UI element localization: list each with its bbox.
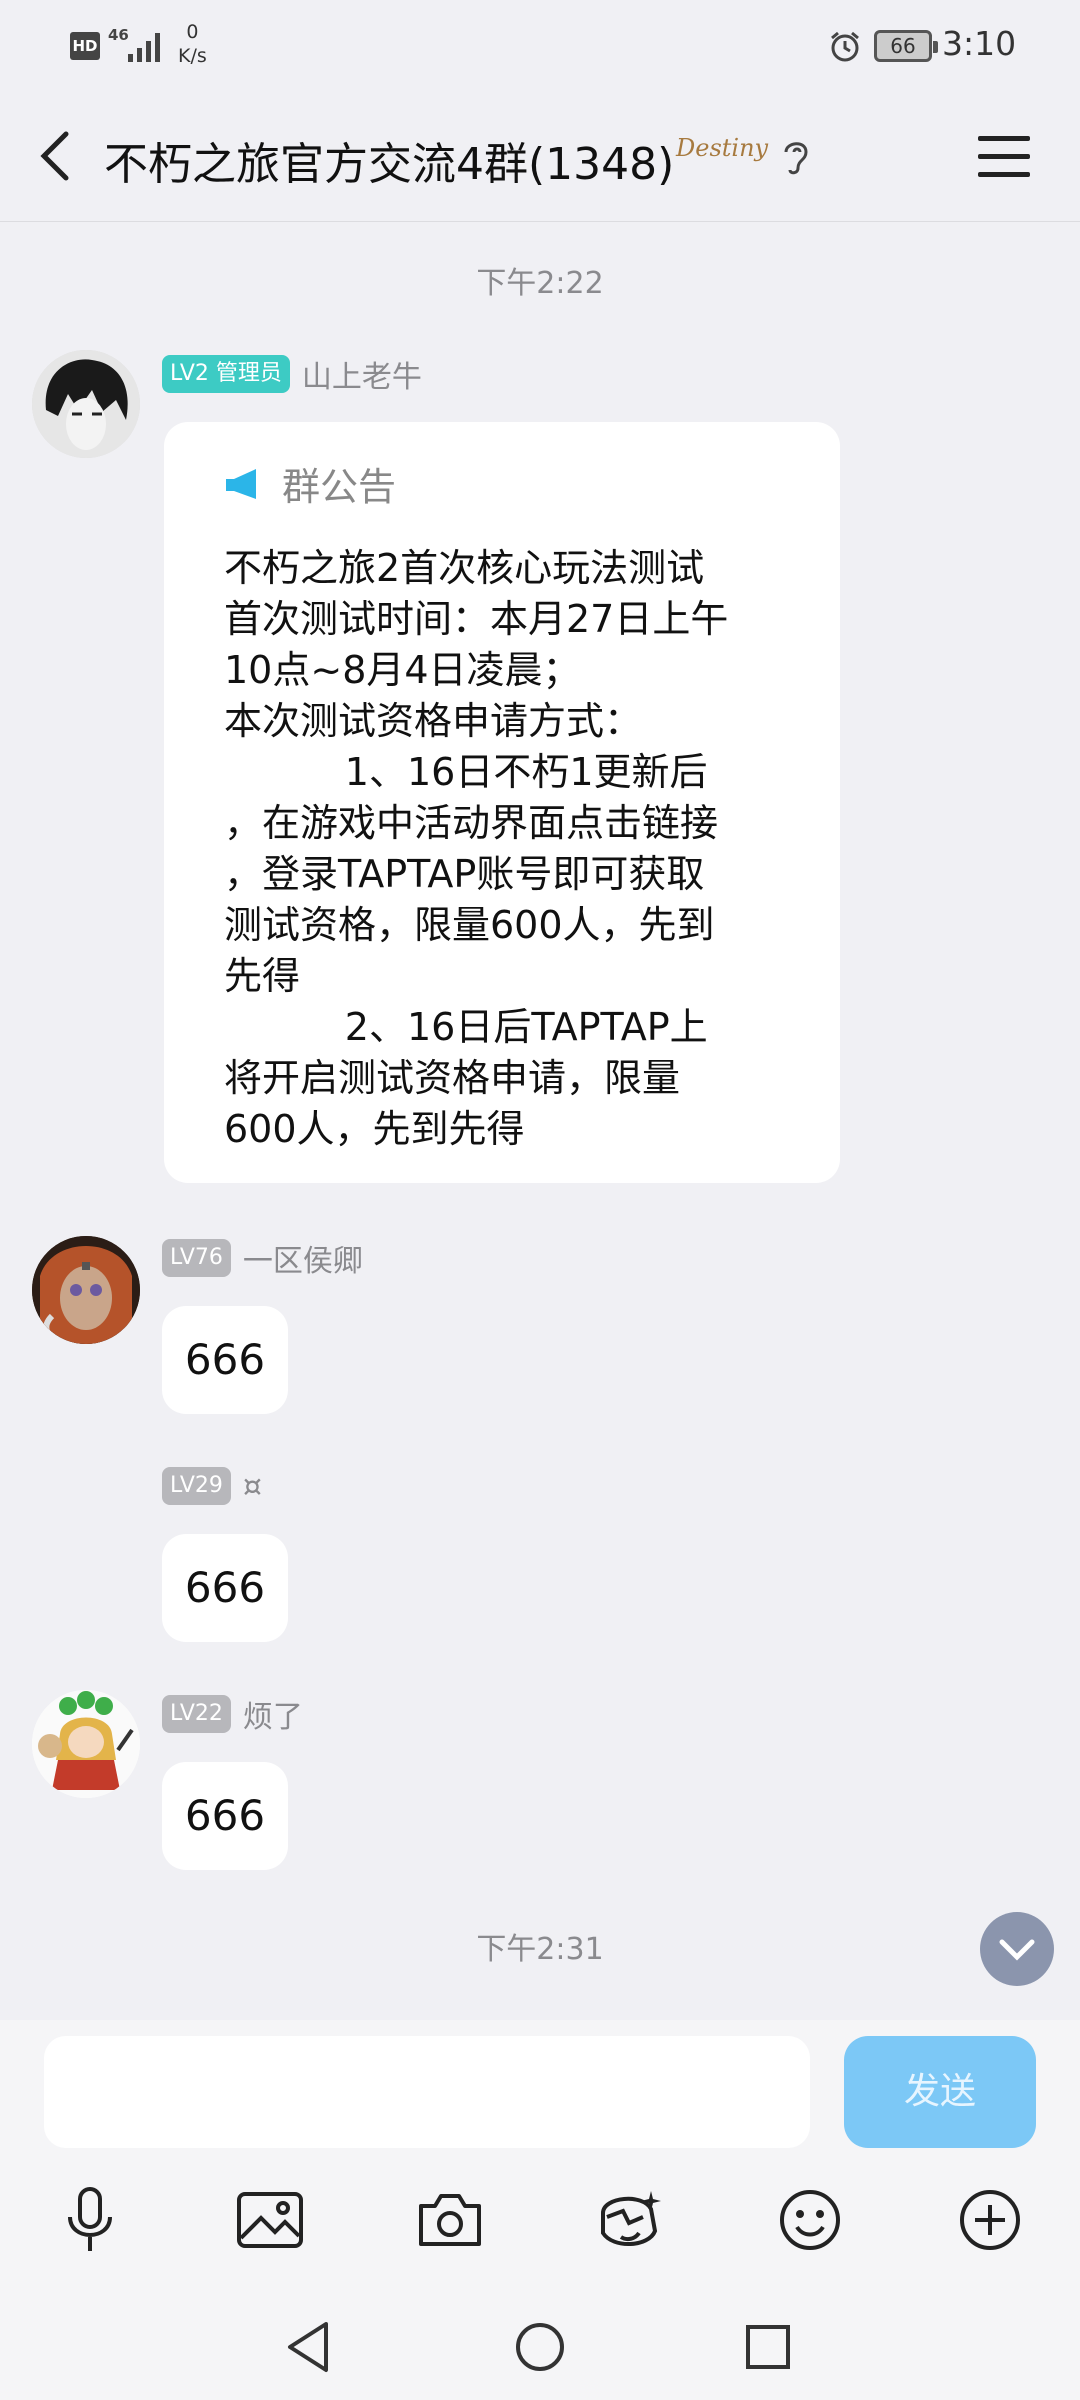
clock: 3:10 [942,24,1017,63]
notice-line: 1、16日不朽1更新后 [224,750,708,794]
notice-line: 首次测试时间：本月27日上午 [224,597,729,641]
group-notice-card[interactable]: 群公告 不朽之旅2首次核心玩法测试 首次测试时间：本月27日上午 10点~8月4… [164,422,840,1183]
system-nav-bar [0,2290,1080,2400]
notice-line: 将开启测试资格申请，限量 [224,1056,681,1100]
voice-button[interactable] [50,2180,130,2260]
notice-line: 2、16日后TAPTAP上 [224,1005,708,1049]
sender-nickname[interactable]: 一区侯卿 [243,1236,363,1280]
avatar[interactable] [32,1690,140,1798]
message-bubble[interactable]: 666 [162,1306,288,1414]
sender-nickname[interactable]: 山上老牛 [302,352,422,396]
microphone-icon [68,2187,112,2251]
avatar-image [32,1236,140,1344]
group-logo-badge: Destiny [676,134,769,162]
chat-header: 不朽之旅官方交流4群(1348) Destiny [0,90,1080,222]
avatar[interactable] [32,350,140,458]
triangle-back-icon [288,2322,328,2372]
back-icon[interactable] [30,126,90,186]
message-bubble[interactable]: 666 [162,1534,288,1642]
notice-line: 600人，先到先得 [224,1107,525,1151]
notice-line: ，在游戏中活动界面点击链接 [224,801,719,845]
avatar-image [32,350,140,458]
gallery-button[interactable] [230,2180,310,2260]
more-button[interactable] [950,2180,1030,2260]
notice-line: 本次测试资格申请方式： [224,699,643,743]
message-meta: LV76 一区侯卿 [162,1236,363,1280]
sticker-button[interactable] [588,2180,668,2260]
message-input[interactable] [44,2036,810,2148]
circle-home-icon [516,2323,564,2371]
level-badge: LV76 [162,1239,231,1277]
notice-title: 群公告 [282,465,397,509]
megaphone-icon [226,468,256,499]
timestamp: 下午2:31 [476,1932,604,1967]
square-recents-icon [746,2325,790,2369]
signal-icon [128,33,160,62]
avatar[interactable] [32,1236,140,1344]
chevron-down-icon [999,1939,1035,1961]
emoji-button[interactable] [770,2180,850,2260]
menu-icon[interactable] [974,130,1034,184]
status-bar: HD 46 0 K/s 66 3:10 [0,0,1080,90]
nav-back-button[interactable] [274,2312,344,2382]
notice-line: 测试资格，限量600人，先到 [224,903,715,947]
sender-nickname[interactable]: 烦了 [243,1692,303,1736]
scroll-to-bottom-button[interactable] [980,1912,1054,1986]
message-meta: LV29 ¤ [162,1466,262,1506]
image-icon [237,2192,303,2248]
notice-header: 群公告 [224,456,804,511]
avatar-image [32,1690,140,1798]
smile-icon [780,2190,840,2250]
camera-icon [419,2194,481,2246]
plus-circle-icon [960,2190,1020,2250]
notice-line: 10点~8月4日凌晨； [224,648,581,692]
send-button[interactable]: 发送 [844,2036,1036,2148]
timestamp: 下午2:22 [476,266,604,301]
sender-nickname[interactable]: ¤ [243,1469,262,1504]
message-meta: LV22 烦了 [162,1692,303,1736]
message-bubble[interactable]: 666 [162,1762,288,1870]
level-badge: LV22 [162,1695,231,1733]
nav-recents-button[interactable] [733,2312,803,2382]
nav-home-button[interactable] [505,2312,575,2382]
level-badge: LV2 管理员 [162,355,290,393]
camera-button[interactable] [410,2180,490,2260]
funny-face-icon [601,2191,661,2247]
network-speed: 0 K/s [178,21,207,67]
notice-line: 不朽之旅2首次核心玩法测试 [224,546,705,590]
battery-indicator: 66 [874,30,938,62]
notice-line: 先得 [224,954,301,998]
notice-line: ，登录TAPTAP账号即可获取 [224,852,705,896]
message-meta: LV2 管理员 山上老牛 [162,352,422,396]
level-badge: LV29 [162,1467,231,1505]
group-title[interactable]: 不朽之旅官方交流4群(1348) [104,128,674,192]
ear-icon[interactable] [778,134,814,178]
alarm-icon [831,31,859,62]
hd-indicator: HD [70,32,100,60]
